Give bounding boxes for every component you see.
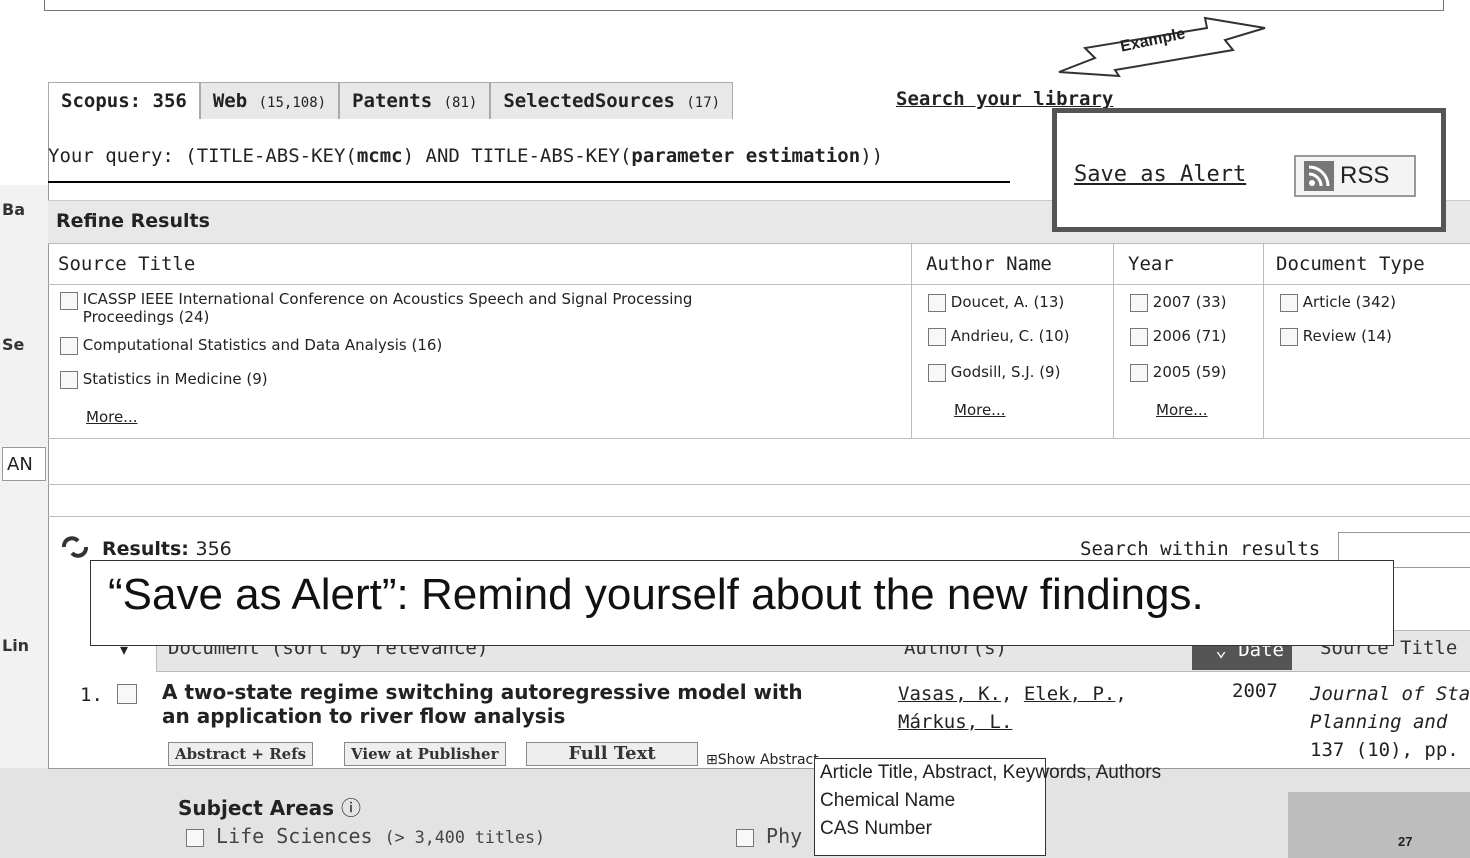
source-tabs: Scopus: 356 Web (15,108) Patents (81) Se…: [48, 82, 734, 120]
facet-checkbox[interactable]: [1130, 363, 1148, 382]
refine-results-title: Refine Results: [56, 210, 210, 232]
facet-doctype-item[interactable]: Review (14): [1280, 327, 1392, 346]
subject-areas-heading: Subject Areas ⓘ: [178, 796, 362, 820]
facet-source-item[interactable]: Statistics in Medicine (9): [60, 370, 268, 389]
result-year: 2007: [1232, 680, 1278, 702]
facet-author-item[interactable]: Godsill, S.J. (9): [928, 363, 1060, 382]
rss-label: RSS: [1340, 162, 1390, 189]
dropdown-option[interactable]: CAS Number: [820, 818, 932, 840]
subject-physical-sciences[interactable]: Phy: [736, 824, 802, 848]
callout-text: “Save as Alert”: Remind yourself about t…: [108, 570, 1204, 619]
facet-author-item[interactable]: Doucet, A. (13): [928, 293, 1064, 312]
facet-header-author: Author Name: [926, 253, 1052, 275]
checkbox-checked-icon[interactable]: [186, 828, 204, 847]
subject-life-sciences[interactable]: Life Sciences (> 3,400 titles): [186, 824, 545, 848]
page-number: 27: [1398, 834, 1413, 849]
tab-scopus[interactable]: Scopus: 356: [48, 82, 200, 119]
show-abstract-toggle[interactable]: ⊞Show Abstract: [706, 752, 819, 768]
query-text: Your query: (TITLE-ABS-KEY(mcmc) AND TIT…: [48, 145, 884, 167]
facet-checkbox[interactable]: [928, 363, 946, 382]
facet-checkbox[interactable]: [1280, 327, 1298, 346]
facet-source-item[interactable]: ICASSP IEEE International Conference on …: [60, 290, 692, 326]
author-link[interactable]: Vasas, K.: [898, 683, 1001, 705]
background-label-lin: Lin: [2, 636, 30, 655]
facet-checkbox[interactable]: [928, 327, 946, 346]
full-text-button[interactable]: Full Text: [526, 742, 698, 766]
checkbox-checked-icon[interactable]: [736, 828, 754, 847]
facet-author-item[interactable]: Andrieu, C. (10): [928, 327, 1069, 346]
background-label-se: Se: [2, 335, 25, 354]
results-count: Results: 356: [102, 538, 232, 560]
facet-checkbox[interactable]: [1280, 293, 1298, 312]
facet-year-item[interactable]: 2005 (59): [1130, 363, 1227, 382]
facet-checkbox[interactable]: [928, 293, 946, 312]
dropdown-option[interactable]: Chemical Name: [820, 790, 955, 812]
facet-source-item[interactable]: Computational Statistics and Data Analys…: [60, 336, 442, 355]
result-source: Journal of Sta Planning and 137 (10), pp.: [1310, 683, 1470, 761]
facet-doctype-item[interactable]: Article (342): [1280, 293, 1396, 312]
background-footer-block: [1288, 792, 1470, 858]
abstract-refs-button[interactable]: Abstract + Refs: [168, 742, 314, 766]
refresh-icon[interactable]: [60, 536, 90, 558]
facet-header-source: Source Title: [58, 253, 196, 275]
result-checkbox[interactable]: [117, 684, 137, 704]
facet-header-top-rule: [48, 243, 1470, 244]
result-number: 1.: [80, 684, 103, 706]
tab-selected-sources[interactable]: SelectedSources (17): [490, 82, 734, 119]
facet-checkbox[interactable]: [60, 292, 78, 310]
query-underline: [48, 181, 1010, 183]
facet-year-item[interactable]: 2006 (71): [1130, 327, 1227, 346]
author-link[interactable]: Elek, P.: [1024, 683, 1116, 705]
tab-web[interactable]: Web (15,108): [199, 82, 340, 119]
result-title[interactable]: A two-state regime switching autoregress…: [162, 680, 803, 728]
save-as-alert-link[interactable]: Save as Alert: [1074, 162, 1246, 187]
background-label-ba: Ba: [2, 200, 25, 219]
facet-checkbox[interactable]: [60, 370, 78, 389]
rss-icon: [1304, 161, 1334, 191]
facet-bottom-rule: [48, 438, 1470, 439]
facet-divider: [1113, 243, 1114, 438]
author-link[interactable]: Márkus, L.: [898, 711, 1012, 733]
facet-year-more-link[interactable]: More...: [1156, 401, 1208, 419]
section-rule: [48, 484, 1470, 485]
background-field-an[interactable]: AN: [2, 447, 46, 481]
facet-author-more-link[interactable]: More...: [954, 401, 1006, 419]
facet-divider: [911, 243, 912, 438]
result-authors: Vasas, K., Elek, P., Márkus, L.: [898, 683, 1127, 733]
search-within-label: Search within results: [1080, 538, 1321, 560]
facet-header-year: Year: [1128, 253, 1174, 275]
facet-checkbox[interactable]: [1130, 327, 1148, 346]
dropdown-option[interactable]: Article Title, Abstract, Keywords, Autho…: [820, 762, 1161, 784]
info-icon[interactable]: ⓘ: [341, 796, 361, 820]
section-rule: [48, 516, 1470, 517]
facet-year-item[interactable]: 2007 (33): [1130, 293, 1227, 312]
search-library-link[interactable]: Search your library: [896, 88, 1113, 110]
facet-checkbox[interactable]: [60, 336, 78, 355]
tab-patents[interactable]: Patents (81): [339, 82, 491, 119]
facet-checkbox[interactable]: [1130, 293, 1148, 312]
rss-button[interactable]: RSS: [1294, 155, 1416, 197]
facet-header-bottom-rule: [48, 284, 1470, 285]
facet-header-doctype: Document Type: [1276, 253, 1425, 275]
view-publisher-button[interactable]: View at Publisher: [344, 742, 506, 766]
facet-divider: [1263, 243, 1264, 438]
plus-icon: ⊞: [706, 752, 718, 768]
top-frame: [44, 0, 1444, 11]
facet-source-more-link[interactable]: More...: [86, 408, 138, 426]
